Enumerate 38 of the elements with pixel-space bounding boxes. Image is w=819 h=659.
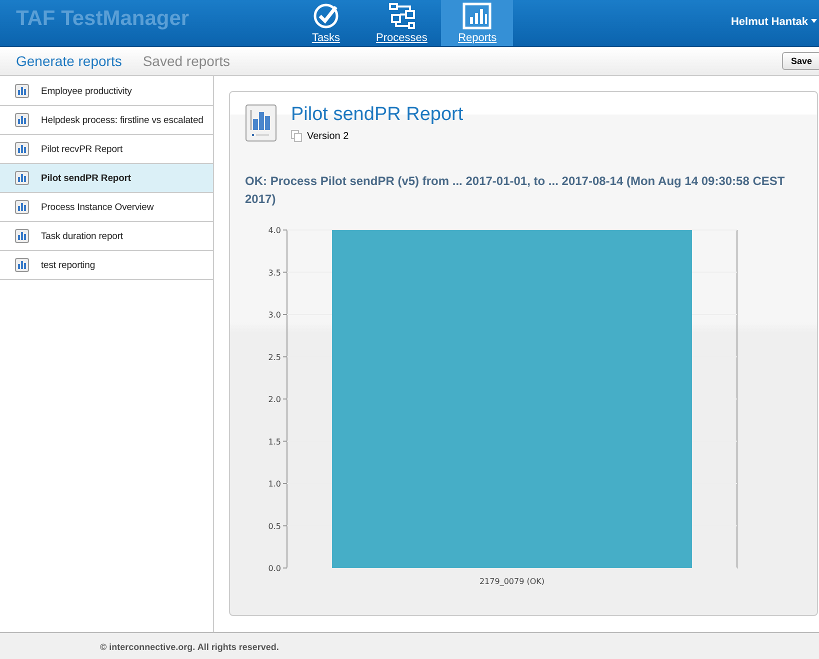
version-label: Version 2 <box>307 130 349 142</box>
report-list-item[interactable]: test reporting <box>0 251 213 280</box>
y-axis-label: 3.5 <box>268 268 281 278</box>
nav-tab[interactable]: Tasks <box>290 0 362 46</box>
y-axis-label: 2.5 <box>268 352 281 362</box>
report-list-item[interactable]: Employee productivity <box>0 77 213 106</box>
nav-tab[interactable]: Processes <box>362 0 442 46</box>
app-logo: TAF TestManager <box>15 6 190 32</box>
report-title: Pilot sendPR Report <box>291 104 464 126</box>
report-list-item[interactable]: Process Instance Overview <box>0 193 213 222</box>
report-icon <box>15 113 29 127</box>
y-axis-label: 2.0 <box>268 395 281 404</box>
checkmark-icon <box>312 2 340 30</box>
save-button[interactable]: Save <box>782 52 819 70</box>
report-list-item[interactable]: Task duration report <box>0 222 213 251</box>
report-list-item[interactable]: Helpdesk process: firstline vs escalated <box>0 106 213 135</box>
y-axis-label: 0.5 <box>268 522 281 531</box>
footer-copyright: © interconnective.org. All rights reserved. <box>100 642 279 652</box>
copy-icon <box>291 130 303 142</box>
y-axis-label: 1.5 <box>268 437 281 446</box>
bar-chart-icon <box>462 2 492 30</box>
y-axis-label: 0.0 <box>268 564 281 573</box>
report-icon <box>245 104 277 142</box>
report-icon <box>15 84 29 98</box>
report-list-item[interactable]: Pilot sendPR Report <box>0 164 213 193</box>
report-icon <box>15 258 29 272</box>
report-icon <box>15 200 29 214</box>
y-axis-label: 4.0 <box>268 226 281 235</box>
y-axis-label: 1.0 <box>268 480 281 488</box>
subnav-tab[interactable]: Generate reports <box>16 53 122 69</box>
status-message: OK: Process Pilot sendPR (v5) from ... 2017-01-01, to ... 2017-08-14 (Mon Aug 14 09:30:58 CEST 2017) <box>245 173 786 208</box>
y-axis-label: 3.0 <box>268 310 281 320</box>
report-icon <box>15 229 29 243</box>
flowchart-icon <box>386 2 417 30</box>
report-icon <box>15 171 29 185</box>
report-icon <box>15 142 29 156</box>
user-menu[interactable]: Helmut Hantak <box>730 0 819 46</box>
x-axis-label: 2179_0079 (OK) <box>479 577 545 586</box>
